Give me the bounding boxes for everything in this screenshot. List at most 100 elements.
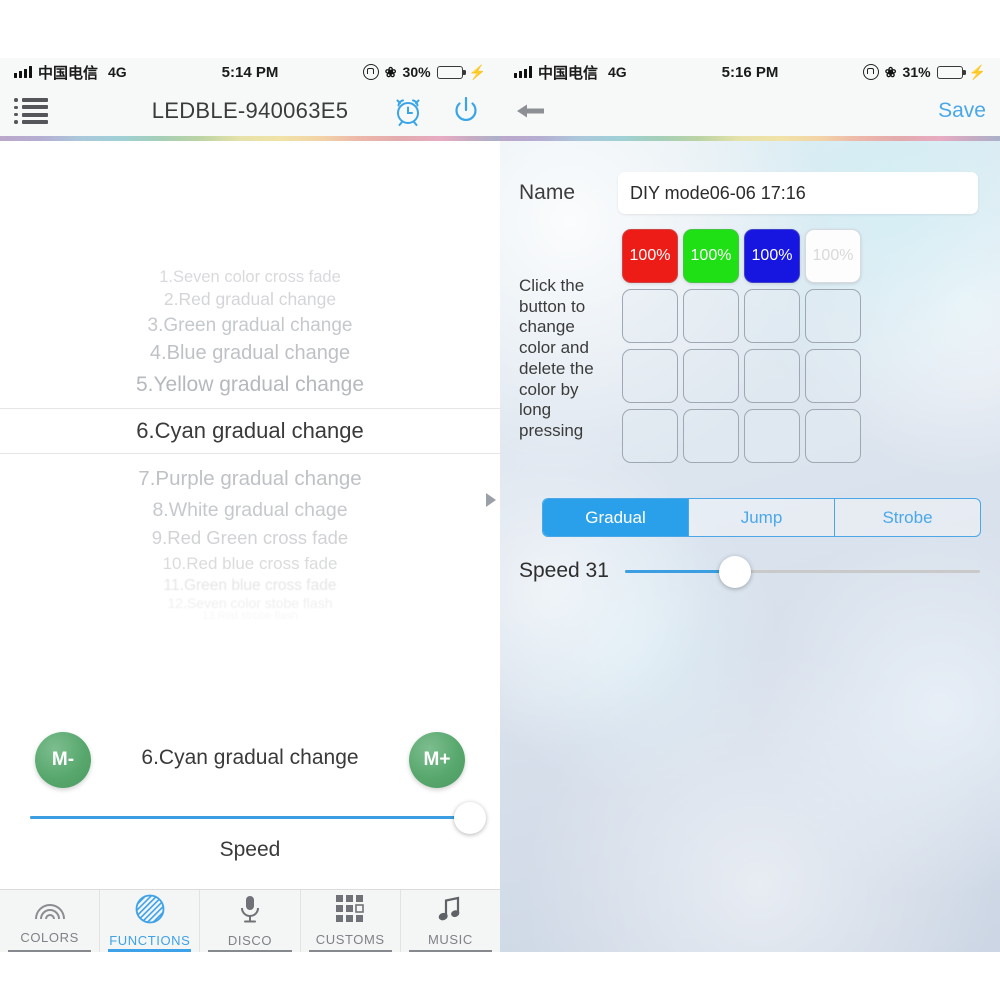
mode-list-item[interactable]: 7.Purple gradual change [0,468,500,490]
right-nav-bar: Save [500,86,1000,136]
color-slot-filled[interactable]: 100% [744,229,800,283]
segment-strobe[interactable]: Strobe [835,499,980,536]
chevron-right-icon[interactable] [486,493,496,507]
color-slot-percent: 100% [812,247,854,264]
name-input[interactable] [618,172,978,214]
function-mode-list[interactable]: 1.Seven color cross fade 2.Red gradual ch… [0,141,500,641]
tab-label: COLORS [20,930,79,945]
status-left-group: 中国电信 4G [514,62,627,83]
color-slot-empty[interactable] [744,289,800,343]
color-slot-empty[interactable] [805,349,861,403]
back-arrow-icon[interactable] [514,94,554,128]
color-slot-empty[interactable] [744,409,800,463]
segment-gradual[interactable]: Gradual [543,499,689,536]
color-slot-empty[interactable] [805,409,861,463]
mode-segment-control: Gradual Jump Strobe [542,498,981,537]
hatched-circle-icon [135,894,165,929]
status-left-group: 中国电信 4G [14,62,127,83]
mode-list-item[interactable]: 3.Green gradual change [0,316,500,335]
mode-next-button[interactable]: M+ [409,732,465,788]
name-row: Name [500,171,1000,215]
color-slot-empty[interactable] [683,409,739,463]
list-menu-icon[interactable] [14,98,48,124]
color-slot-empty[interactable] [805,289,861,343]
signal-bars-icon [14,66,32,78]
status-right-group: ❀ 30% ⚡ [362,63,486,81]
color-slot-percent: 100% [629,247,671,264]
slider-fill [30,816,470,819]
color-slot-percent: 100% [690,247,732,264]
color-slot-filled[interactable]: 100% [622,229,678,283]
mode-list-item[interactable]: 12.Seven color stobe flash [0,596,500,610]
carrier-label: 中国电信 [38,64,99,82]
right-phone-screen: 中国电信 4G 5:16 PM ❀ 31% ⚡ Save Name DIY mo… [500,0,1000,1000]
tab-underline [408,949,493,952]
color-slot-empty[interactable] [683,349,739,403]
charging-bolt-icon: ⚡ [468,63,486,80]
tab-music[interactable]: MUSIC [401,890,500,952]
mode-list-item[interactable]: 13.Red strobe flash [0,611,500,622]
rotation-lock-icon [362,64,379,80]
speed-slider[interactable] [625,555,980,588]
bluetooth-icon: ❀ [884,64,897,80]
bottom-tab-bar: COLORS FUNCTIONS DISCO CUSTOMS MUSIC [0,889,500,952]
tab-underline [7,949,92,952]
mode-list-item[interactable]: 5.Yellow gradual change [0,374,500,395]
battery-percent-label: 31% [902,64,931,80]
tab-underline [108,949,192,952]
tab-colors[interactable]: COLORS [0,890,101,952]
color-slot-filled[interactable]: 100% [805,229,861,283]
mode-list-item[interactable]: 9.Red Green cross fade [0,528,500,548]
segment-jump[interactable]: Jump [689,499,835,536]
mode-list-item[interactable]: 10.Red blue cross fade [0,555,500,572]
color-slot-empty[interactable] [683,289,739,343]
color-slot-grid: 100% 100% 100% 100% [622,229,982,465]
mode-list-item[interactable]: 8.White gradual chage [0,500,500,521]
tab-label: DISCO [227,933,273,948]
speed-value-label: Speed 31 [519,559,609,582]
power-icon[interactable] [446,91,486,131]
tab-disco[interactable]: DISCO [200,890,301,952]
left-nav-bar: LEDBLE-940063E5 [0,86,500,136]
rotation-lock-icon [862,64,879,80]
network-type-label: 4G [108,64,127,80]
alarm-clock-icon[interactable] [388,91,428,131]
rainbow-icon [33,897,67,926]
mode-list-item[interactable]: 1.Seven color cross fade [0,269,500,286]
charging-bolt-icon: ⚡ [968,63,986,80]
microphone-icon [237,894,263,929]
mode-list-item[interactable]: 4.Blue gradual change [0,343,500,363]
carrier-label: 中国电信 [538,64,599,82]
dual-screenshot-stage: 中国电信 4G 5:14 PM ❀ 30% ⚡ LEDBLE-940063E5 [0,0,1000,1000]
tab-label: MUSIC [427,932,473,947]
mode-list-item-selected[interactable]: 6.Cyan gradual change [0,408,500,454]
instruction-text: Click the button to change color and del… [519,276,594,441]
color-slot-empty[interactable] [744,349,800,403]
tab-underline [208,949,292,952]
tab-label: FUNCTIONS [109,933,191,948]
tab-customs[interactable]: CUSTOMS [301,890,401,952]
slider-knob[interactable] [719,555,752,588]
tab-functions[interactable]: FUNCTIONS [100,890,201,952]
color-slot-empty[interactable] [622,409,678,463]
network-type-label: 4G [608,64,627,80]
color-slot-percent: 100% [751,247,793,264]
color-slot-empty[interactable] [622,289,678,343]
speed-slider[interactable] [30,802,486,834]
tab-label: CUSTOMS [315,932,385,947]
mode-list-item[interactable]: 11.Green blue cross fade [0,578,500,594]
color-slot-empty[interactable] [622,349,678,403]
save-button[interactable]: Save [938,99,986,123]
speed-label: Speed [219,838,281,861]
battery-icon [936,65,966,79]
diy-mode-panel: Name Click the button to change color an… [500,141,1000,952]
tab-underline [308,949,392,952]
left-speed-slider-group: Speed [0,800,500,880]
left-status-bar: 中国电信 4G 5:14 PM ❀ 30% ⚡ [0,58,500,86]
battery-icon [436,65,466,79]
mode-list-item[interactable]: 2.Red gradual change [0,290,500,309]
color-slot-filled[interactable]: 100% [683,229,739,283]
grid-icon [336,895,365,928]
slider-knob[interactable] [454,802,486,834]
name-label: Name [519,181,576,204]
